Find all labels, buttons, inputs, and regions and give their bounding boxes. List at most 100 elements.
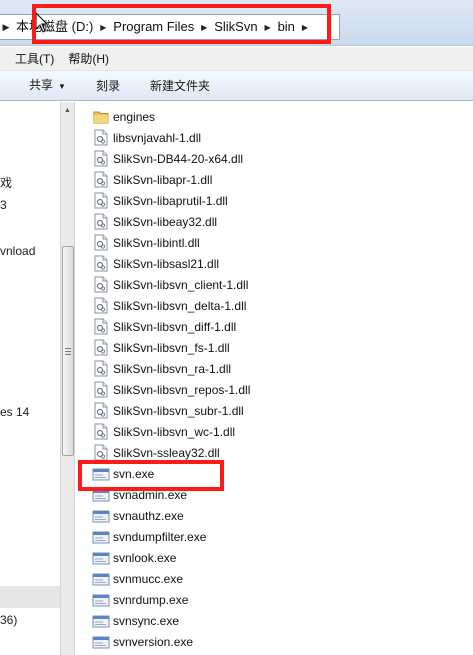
- scrollbar-thumb[interactable]: [62, 246, 74, 456]
- file-row[interactable]: libsvnjavahl-1.dll: [92, 127, 201, 148]
- burn-button[interactable]: 刻录: [81, 72, 135, 100]
- file-name: SlikSvn-libsasl21.dll: [113, 256, 220, 271]
- exe-icon: [92, 507, 110, 525]
- dll-icon: [92, 402, 110, 420]
- dll-icon: [92, 129, 110, 147]
- file-row[interactable]: SlikSvn-libsvn_subr-1.dll: [92, 400, 244, 421]
- folder-icon: [92, 108, 110, 126]
- file-name: SlikSvn-libeay32.dll: [113, 214, 218, 229]
- file-name: SlikSvn-libsvn_wc-1.dll: [113, 424, 236, 439]
- nav-item[interactable]: 36): [0, 613, 17, 627]
- menu-tools[interactable]: 工具(T): [8, 48, 61, 70]
- breadcrumb-separator-icon[interactable]: ▶: [262, 23, 274, 32]
- dll-icon: [92, 297, 110, 315]
- file-name: SlikSvn-libsvn_subr-1.dll: [113, 403, 244, 418]
- exe-icon: [92, 465, 110, 483]
- file-name: SlikSvn-libsvn_client-1.dll: [113, 277, 249, 292]
- menu-help[interactable]: 帮助(H): [61, 48, 116, 70]
- breadcrumb-item-drive[interactable]: 本地磁盘 (D:): [12, 15, 97, 39]
- share-button[interactable]: 共享 ▼: [0, 71, 81, 101]
- menu-bar: 工具(T) 帮助(H): [0, 47, 473, 71]
- dll-icon: [92, 318, 110, 336]
- share-label: 共享: [29, 77, 54, 92]
- file-row[interactable]: svnauthz.exe: [92, 505, 184, 526]
- file-row[interactable]: SlikSvn-libsvn_diff-1.dll: [92, 316, 236, 337]
- file-name: svnadmin.exe: [113, 487, 188, 502]
- file-row[interactable]: SlikSvn-libeay32.dll: [92, 211, 217, 232]
- nav-selected-item[interactable]: [0, 586, 60, 608]
- dll-icon: [92, 255, 110, 273]
- file-name: SlikSvn-libintl.dll: [113, 235, 200, 250]
- breadcrumb-item-program-files[interactable]: Program Files: [109, 15, 198, 39]
- file-row[interactable]: svnsync.exe: [92, 610, 179, 631]
- file-row[interactable]: svnlook.exe: [92, 547, 176, 568]
- exe-icon: [92, 486, 110, 504]
- file-row[interactable]: SlikSvn-libsasl21.dll: [92, 253, 219, 274]
- file-row[interactable]: svnadmin.exe: [92, 484, 187, 505]
- nav-item[interactable]: 戏: [0, 174, 12, 191]
- scroll-up-arrow-icon[interactable]: ▲: [61, 102, 74, 118]
- navigation-scrollbar[interactable]: ▲: [60, 102, 75, 655]
- nav-item[interactable]: es 14: [0, 405, 29, 419]
- chevron-down-icon: ▼: [58, 81, 66, 91]
- breadcrumb-item-bin[interactable]: bin: [274, 15, 299, 39]
- explorer-window: ▶ 本地磁盘 (D:) ▶ Program Files ▶ SlikSvn ▶ …: [0, 0, 473, 655]
- file-row[interactable]: svnmucc.exe: [92, 568, 183, 589]
- file-row[interactable]: svnrdump.exe: [92, 589, 188, 610]
- file-row[interactable]: engines: [92, 106, 155, 127]
- file-name: SlikSvn-libaprutil-1.dll: [113, 193, 228, 208]
- new-folder-button[interactable]: 新建文件夹: [135, 72, 225, 100]
- file-name: SlikSvn-libsvn_ra-1.dll: [113, 361, 232, 376]
- file-row[interactable]: SlikSvn-libsvn_fs-1.dll: [92, 337, 230, 358]
- file-row[interactable]: svnversion.exe: [92, 631, 193, 652]
- file-name: SlikSvn-libsvn_fs-1.dll: [113, 340, 230, 355]
- dll-icon: [92, 381, 110, 399]
- exe-icon: [92, 528, 110, 546]
- exe-icon: [92, 549, 110, 567]
- file-list: engines libsvnjavahl-1.dll SlikSvn-DB44-20…: [92, 106, 473, 655]
- file-name: libsvnjavahl-1.dll: [113, 130, 202, 145]
- file-name: SlikSvn-libsvn_delta-1.dll: [113, 298, 247, 313]
- file-row[interactable]: SlikSvn-libsvn_client-1.dll: [92, 274, 248, 295]
- file-name: svnversion.exe: [113, 634, 194, 649]
- file-row[interactable]: SlikSvn-libsvn_ra-1.dll: [92, 358, 231, 379]
- file-row[interactable]: SlikSvn-libapr-1.dll: [92, 169, 212, 190]
- breadcrumb-separator-icon[interactable]: ▶: [198, 23, 210, 32]
- file-name: SlikSvn-libsvn_repos-1.dll: [113, 382, 251, 397]
- mouse-cursor-icon: [35, 12, 49, 33]
- breadcrumb-separator-icon[interactable]: ▶: [299, 23, 311, 32]
- file-name: SlikSvn-libsvn_diff-1.dll: [113, 319, 237, 334]
- dll-icon: [92, 444, 110, 462]
- file-row[interactable]: SlikSvn-libsvn_delta-1.dll: [92, 295, 246, 316]
- dll-icon: [92, 234, 110, 252]
- file-row[interactable]: SlikSvn-libintl.dll: [92, 232, 200, 253]
- file-name: SlikSvn-libapr-1.dll: [113, 172, 213, 187]
- file-row[interactable]: SlikSvn-DB44-20-x64.dll: [92, 148, 243, 169]
- file-name: SlikSvn-DB44-20-x64.dll: [113, 151, 244, 166]
- file-row[interactable]: SlikSvn-libaprutil-1.dll: [92, 190, 228, 211]
- grip-icon: [65, 347, 71, 355]
- nav-item[interactable]: 3: [0, 198, 7, 212]
- nav-item[interactable]: vnload: [0, 244, 35, 258]
- breadcrumb-root-arrow-icon[interactable]: ▶: [0, 15, 12, 39]
- address-bar-area: ▶ 本地磁盘 (D:) ▶ Program Files ▶ SlikSvn ▶ …: [0, 0, 473, 46]
- navigation-pane: 戏 3 vnload es 14 36): [0, 102, 60, 655]
- dll-icon: [92, 339, 110, 357]
- dll-icon: [92, 150, 110, 168]
- file-name: svnmucc.exe: [113, 571, 184, 586]
- file-row[interactable]: SlikSvn-ssleay32.dll: [92, 442, 220, 463]
- file-name: engines: [113, 109, 156, 124]
- breadcrumb-item-sliksvn[interactable]: SlikSvn: [210, 15, 261, 39]
- file-name: svndumpfilter.exe: [113, 529, 207, 544]
- file-row[interactable]: svndumpfilter.exe: [92, 526, 206, 547]
- dll-icon: [92, 171, 110, 189]
- file-row[interactable]: SlikSvn-libsvn_repos-1.dll: [92, 379, 250, 400]
- file-row[interactable]: SlikSvn-libsvn_wc-1.dll: [92, 421, 235, 442]
- exe-icon: [92, 633, 110, 651]
- breadcrumb[interactable]: ▶ 本地磁盘 (D:) ▶ Program Files ▶ SlikSvn ▶ …: [0, 14, 340, 40]
- dll-icon: [92, 192, 110, 210]
- breadcrumb-separator-icon[interactable]: ▶: [97, 23, 109, 32]
- dll-icon: [92, 276, 110, 294]
- file-row[interactable]: svn.exe: [92, 463, 154, 484]
- file-name: svnsync.exe: [113, 613, 180, 628]
